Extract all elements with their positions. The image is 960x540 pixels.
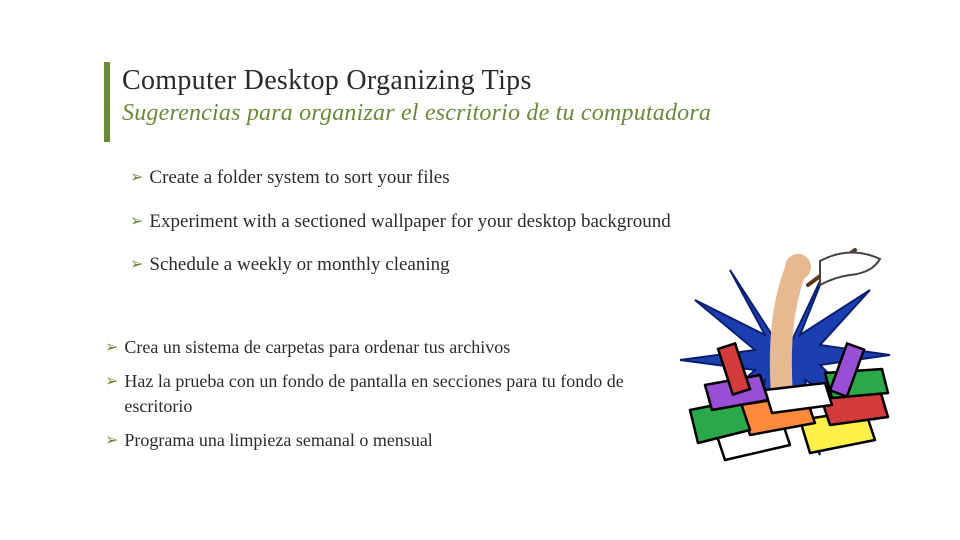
bullet-list-spanish: ➢ Crea un sistema de carpetas para orden… [105, 335, 665, 462]
list-item: ➢ Create a folder system to sort your fi… [130, 165, 870, 191]
bullet-arrow-icon: ➢ [130, 210, 143, 234]
bullet-arrow-icon: ➢ [105, 429, 118, 453]
bullet-text: Create a folder system to sort your file… [149, 165, 449, 191]
list-item: ➢ Haz la prueba con un fondo de pantalla… [105, 369, 665, 418]
bullet-arrow-icon: ➢ [105, 370, 118, 394]
bullet-arrow-icon: ➢ [105, 336, 118, 360]
bullet-text: Programa una limpieza semanal o mensual [124, 428, 432, 452]
clutter-illustration [670, 245, 900, 470]
bullet-arrow-icon: ➢ [130, 253, 143, 277]
list-item: ➢ Crea un sistema de carpetas para orden… [105, 335, 665, 359]
title-english: Computer Desktop Organizing Tips [122, 66, 882, 97]
title-spanish: Sugerencias para organizar el escritorio… [122, 99, 882, 128]
bullet-text: Schedule a weekly or monthly cleaning [149, 252, 449, 278]
bullet-text: Haz la prueba con un fondo de pantalla e… [124, 369, 665, 418]
bullet-arrow-icon: ➢ [130, 166, 143, 190]
title-accent-bar [104, 62, 110, 142]
slide: Computer Desktop Organizing Tips Sugeren… [0, 0, 960, 540]
list-item: ➢ Experiment with a sectioned wallpaper … [130, 209, 870, 235]
bullet-text: Experiment with a sectioned wallpaper fo… [149, 209, 670, 235]
list-item: ➢ Programa una limpieza semanal o mensua… [105, 428, 665, 452]
title-block: Computer Desktop Organizing Tips Sugeren… [122, 66, 882, 128]
bullet-text: Crea un sistema de carpetas para ordenar… [124, 335, 510, 359]
